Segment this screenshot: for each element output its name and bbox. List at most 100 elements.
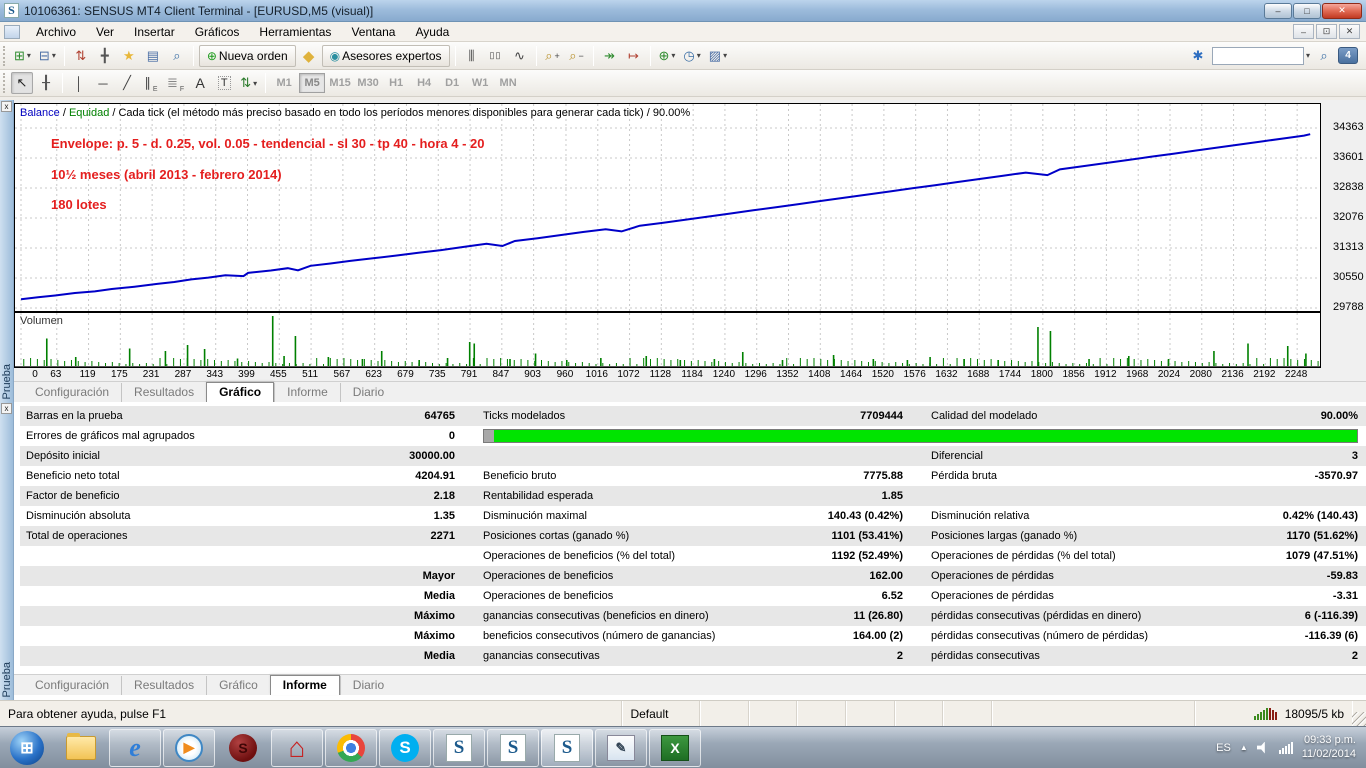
menu-herramientas[interactable]: Herramientas: [249, 23, 341, 41]
volume-icon[interactable]: [1257, 742, 1270, 754]
tab-configuracion[interactable]: Configuración: [22, 676, 121, 695]
x-tick: 2192: [1246, 369, 1282, 380]
taskbar-internet-explorer[interactable]: e: [109, 729, 161, 767]
cell-value: 1079 (47.51%): [1286, 550, 1358, 562]
language-indicator[interactable]: ES: [1216, 742, 1231, 754]
text-label-button[interactable]: T: [213, 72, 235, 94]
taskbar-media-player[interactable]: ▶: [163, 729, 215, 767]
tab-grafico[interactable]: Gráfico: [206, 676, 270, 695]
auto-scroll-button[interactable]: ↠: [599, 45, 621, 67]
menu-insertar[interactable]: Insertar: [124, 23, 185, 41]
community-badge[interactable]: 4: [1338, 47, 1358, 64]
vertical-line-button[interactable]: │: [68, 72, 90, 94]
profiles-button[interactable]: ⊟ ▾: [36, 45, 59, 67]
tab-resultados[interactable]: Resultados: [121, 676, 206, 695]
strategy-tester-button[interactable]: ⌕: [166, 45, 188, 67]
arrows-button[interactable]: ⇅ ▾: [237, 72, 260, 94]
new-chart-button[interactable]: ⊞ ▾: [11, 45, 34, 67]
taskbar-mt4-terminal-1[interactable]: S: [433, 729, 485, 767]
menu-graficos[interactable]: Gráficos: [185, 23, 250, 41]
tab-informe[interactable]: Informe: [274, 383, 340, 402]
text-button[interactable]: A: [189, 72, 211, 94]
timeframe-m5[interactable]: M5: [299, 73, 325, 93]
taskbar-start-button[interactable]: ⊞: [1, 729, 53, 767]
skype-icon: S: [391, 734, 419, 762]
taskbar-mt4-terminal-3[interactable]: S: [541, 729, 593, 767]
menu-archivo[interactable]: Archivo: [26, 23, 86, 41]
zoom-in-button[interactable]: ⌕ +: [542, 45, 564, 67]
menu-ver[interactable]: Ver: [86, 23, 124, 41]
taskbar-mt4-terminal-2[interactable]: S: [487, 729, 539, 767]
status-profile[interactable]: Default: [622, 701, 699, 726]
menu-ayuda[interactable]: Ayuda: [405, 23, 459, 41]
tab-informe[interactable]: Informe: [270, 675, 340, 695]
tab-configuracion[interactable]: Configuración: [22, 383, 121, 402]
templates-button[interactable]: ▨ ▾: [706, 45, 730, 67]
mdi-restore-button[interactable]: ⊡: [1316, 24, 1337, 39]
periods-button[interactable]: ◷ ▾: [680, 45, 703, 67]
clock[interactable]: 09:33 p.m. 11/02/2014: [1302, 734, 1356, 762]
bar-chart-button[interactable]: ⫼: [461, 45, 483, 67]
taskbar-maroon-app[interactable]: S: [217, 729, 269, 767]
x-tick: 1128: [642, 369, 678, 380]
horizontal-line-button[interactable]: ─: [92, 72, 114, 94]
terminal-button[interactable]: ▤: [142, 45, 164, 67]
tab-resultados[interactable]: Resultados: [121, 383, 206, 402]
navigator-button[interactable]: ★: [118, 45, 140, 67]
chart-menu-icon[interactable]: [4, 25, 20, 39]
zoom-out-button[interactable]: ⌕ −: [566, 45, 588, 67]
taskbar-image-editor[interactable]: ✎: [595, 729, 647, 767]
tab-diario[interactable]: Diario: [340, 676, 396, 695]
resize-grip[interactable]: [1352, 712, 1366, 726]
tab-grafico[interactable]: Gráfico: [206, 382, 274, 402]
candlestick-icon: ▯▯: [490, 50, 502, 61]
data-window-button[interactable]: ╋: [94, 45, 116, 67]
tray-expand-icon[interactable]: ▲: [1240, 743, 1248, 752]
report-panel-close-icon[interactable]: x: [1, 403, 12, 414]
crosshair-button[interactable]: ╂: [35, 72, 57, 94]
indicators-button[interactable]: ⊕ ▾: [656, 45, 679, 67]
timeframe-m15[interactable]: M15: [327, 73, 353, 93]
chart-shift-button[interactable]: ↦: [623, 45, 645, 67]
market-watch-button[interactable]: ⇅: [70, 45, 92, 67]
nueva-orden-button[interactable]: ⊕ Nueva orden: [199, 45, 296, 67]
cursor-icon: ↖: [17, 75, 28, 91]
minimize-button[interactable]: –: [1264, 3, 1292, 19]
timeframe-m30[interactable]: M30: [355, 73, 381, 93]
timeframe-d1[interactable]: D1: [439, 73, 465, 93]
taskbar-explorer[interactable]: [55, 729, 107, 767]
search-button[interactable]: ⌕: [1313, 45, 1335, 67]
bar-chart-icon: ⫼: [469, 48, 475, 64]
timeframe-h4[interactable]: H4: [411, 73, 437, 93]
timeframe-mn[interactable]: MN: [495, 73, 521, 93]
menu-ventana[interactable]: Ventana: [341, 23, 405, 41]
metaeditor-button[interactable]: ◆: [298, 45, 320, 67]
taskbar-skype[interactable]: S: [379, 729, 431, 767]
cursor-button[interactable]: ↖: [11, 72, 33, 94]
line-chart-button[interactable]: ∿: [509, 45, 531, 67]
mdi-close-button[interactable]: ✕: [1339, 24, 1360, 39]
search-dropdown[interactable]: ▾: [1306, 51, 1310, 60]
trendline-button[interactable]: ╱: [116, 72, 138, 94]
taskbar-chrome[interactable]: [325, 729, 377, 767]
tester-panel-close-icon[interactable]: x: [1, 101, 12, 112]
x-tick: 63: [38, 369, 74, 380]
search-input[interactable]: [1212, 47, 1304, 65]
system-tray: ES ▲ 09:33 p.m. 11/02/2014: [1216, 734, 1366, 762]
asesores-expertos-button[interactable]: ◉ Asesores expertos: [322, 45, 450, 67]
mt4-terminal-3-icon: S: [554, 734, 580, 762]
channel-button[interactable]: ∥ E: [140, 72, 162, 94]
taskbar-excel[interactable]: X: [649, 729, 701, 767]
network-icon[interactable]: [1279, 742, 1293, 754]
fibonacci-button[interactable]: ≣ F: [164, 72, 187, 94]
candlestick-button[interactable]: ▯▯: [485, 45, 507, 67]
taskbar-broker-app[interactable]: ⌂: [271, 729, 323, 767]
mdi-minimize-button[interactable]: –: [1293, 24, 1314, 39]
restore-button[interactable]: □: [1293, 3, 1321, 19]
settings-button[interactable]: ✱: [1187, 45, 1209, 67]
timeframe-m1[interactable]: M1: [271, 73, 297, 93]
close-button[interactable]: ✕: [1322, 3, 1362, 19]
timeframe-h1[interactable]: H1: [383, 73, 409, 93]
tab-diario[interactable]: Diario: [340, 383, 396, 402]
timeframe-w1[interactable]: W1: [467, 73, 493, 93]
